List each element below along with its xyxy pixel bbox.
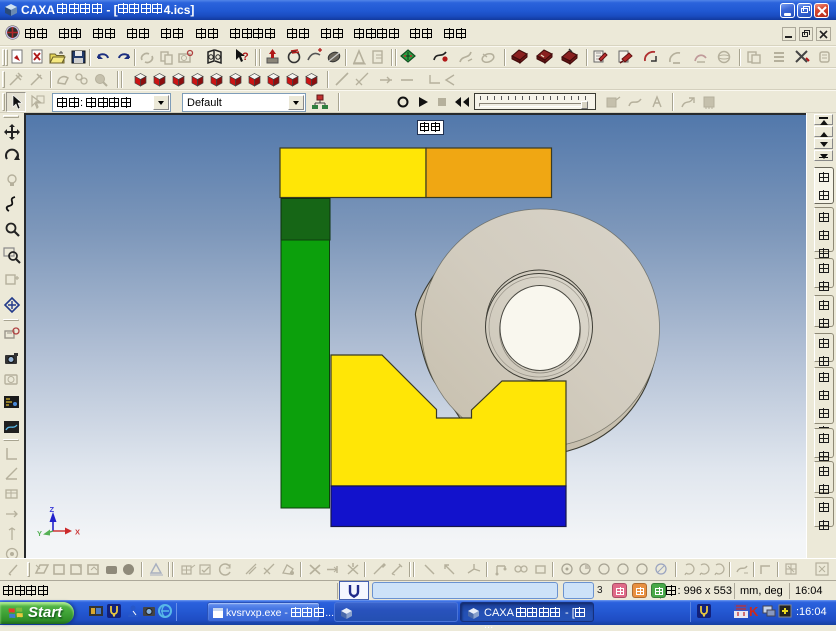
svg-text:Z: Z — [50, 505, 55, 514]
svg-text:?: ? — [242, 51, 249, 63]
svg-text:X: X — [75, 528, 80, 537]
svg-text:K: K — [749, 604, 759, 618]
svg-text:Y: Y — [37, 529, 42, 538]
